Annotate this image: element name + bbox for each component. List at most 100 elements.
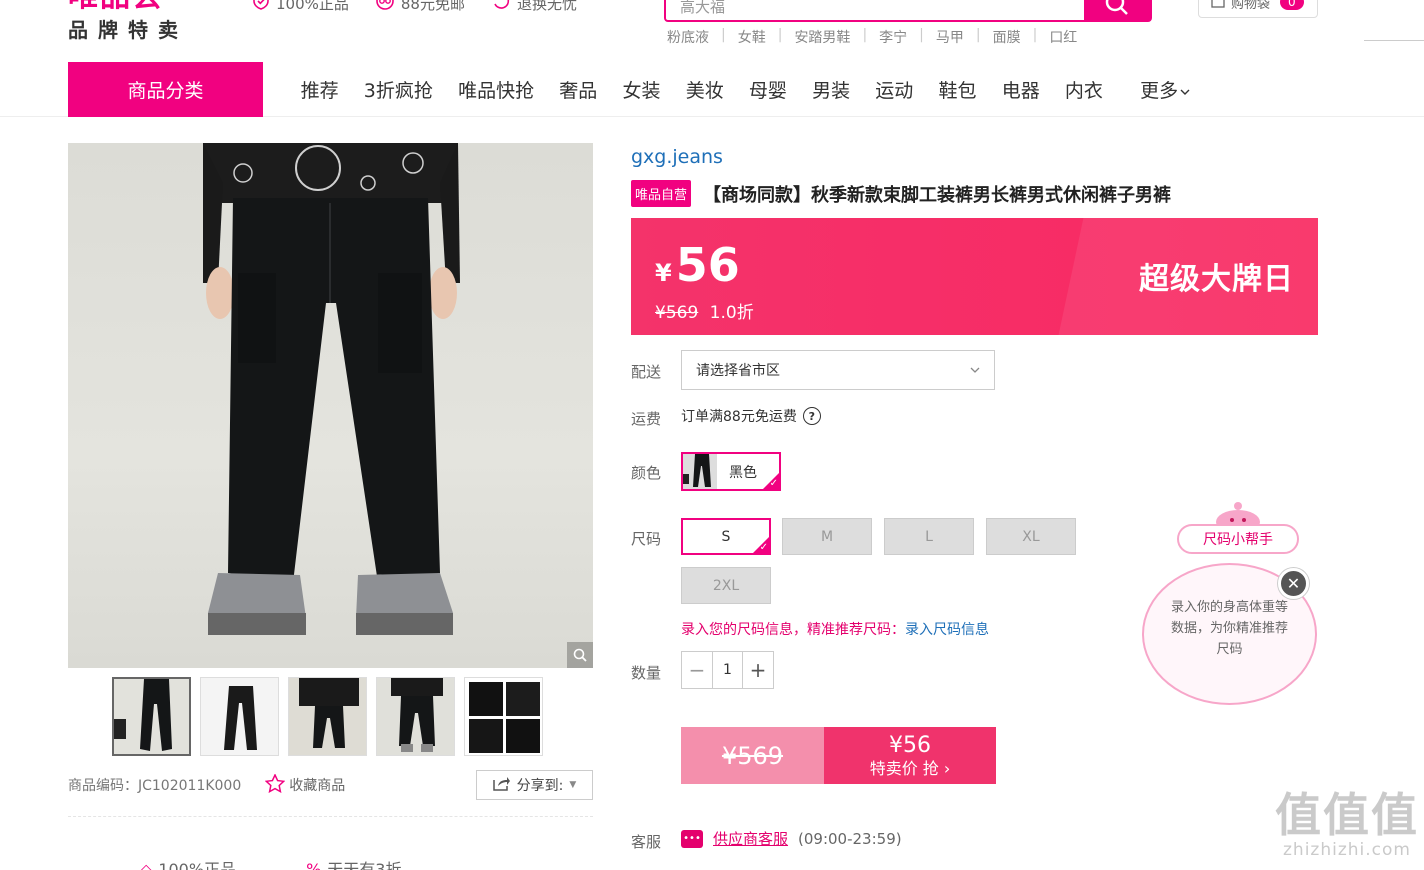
watermark-url: zhizhizhi.com [1283,840,1411,860]
nav-item-women[interactable]: 女装 [610,76,673,103]
hotword-link[interactable]: 面膜 [993,27,1021,47]
buy-now-button[interactable]: ¥56 特卖价 抢 › [824,727,996,784]
product-main-image[interactable] [68,143,593,668]
quantity-stepper: − 1 + [681,651,774,689]
favorite-button[interactable]: 收藏商品 [264,772,345,797]
size-label: 尺码 [631,530,662,548]
size-option-m[interactable]: M [782,518,872,555]
buy-now-price: ¥56 [889,732,931,758]
search-button[interactable] [1084,0,1150,20]
chat-icon: ••• [681,829,703,848]
promise-shipping: 88元免邮 [375,0,465,15]
shipping-text: 订单满88元免运费 [681,409,797,425]
current-price: ¥ 56 [655,238,740,292]
thumbnail[interactable] [112,677,191,756]
cart-count-badge: 0 [1280,0,1304,10]
caret-down-icon: ▼ [569,780,577,790]
decrement-button[interactable]: − [682,652,712,688]
increment-button[interactable]: + [743,652,773,688]
hotword-link[interactable]: 马甲 [936,27,964,47]
star-icon [264,772,286,797]
nav-item-beauty[interactable]: 美妆 [673,76,736,103]
logo[interactable]: 唯品会 品牌特卖 [68,0,228,43]
share-dropdown[interactable]: 分享到: ▼ [476,770,593,800]
size-option-xl[interactable]: XL [986,518,1076,555]
shipping-info: 订单满88元免运费 ? [681,406,821,426]
product-code: 商品编码：JC102011K000 [68,778,242,794]
service-hours: (09:00-23:59) [798,829,902,848]
discount-label: 1.0折 [709,303,754,323]
separator: | [862,27,868,43]
promise-return: 退换无忧 [491,0,577,15]
separator: | [721,27,726,43]
hotword-link[interactable]: 粉底液 [667,27,709,47]
thumbnail[interactable] [464,677,543,756]
main-nav: 商品分类 推荐 3折疯抢 唯品快抢 奢品 女装 美妆 母婴 男装 运动 鞋包 电… [0,62,1424,117]
product-photo-pants [203,143,460,635]
bottom-promise-item: ◇ 100%正品 [140,856,236,870]
divider [68,816,593,817]
quantity-value[interactable]: 1 [712,652,743,688]
check-icon: ✓ [769,478,778,489]
search-icon [1104,0,1130,21]
hotword-link[interactable]: 李宁 [879,27,907,47]
hotword-link[interactable]: 口红 [1049,27,1077,47]
supplier-service-link[interactable]: 供应商客服 [713,828,788,849]
separator: | [975,27,981,43]
shipping-label: 运费 [631,410,662,428]
category-button[interactable]: 商品分类 [68,62,263,117]
nav-item-luxury[interactable]: 奢品 [547,76,610,103]
color-label: 颜色 [631,464,662,482]
bottom-promise-label: 天天有3折 [327,860,402,870]
thumbnail[interactable] [376,677,455,756]
thumbnail[interactable] [288,677,367,756]
cart-label: 购物袋 [1231,0,1271,12]
hotword-link[interactable]: 安踏男鞋 [794,27,850,47]
nav-item-recommend[interactable]: 推荐 [288,76,351,103]
cart-button[interactable]: 购物袋 0 [1198,0,1318,18]
size-option-2xl[interactable]: 2XL [681,567,771,604]
chevron-down-icon [1180,79,1190,101]
color-swatch-image [683,454,717,489]
return-icon [491,0,511,15]
nav-item-electronics[interactable]: 电器 [989,76,1052,103]
title-row: 唯品自营 【商场同款】秋季新款束脚工装裤男长裤男式休闲裤子男裤 [631,180,1171,207]
nav-items: 推荐 3折疯抢 唯品快抢 奢品 女装 美妆 母婴 男装 运动 鞋包 电器 内衣 … [288,62,1203,117]
nav-item-shoes-bags[interactable]: 鞋包 [926,76,989,103]
customer-service: ••• 供应商客服 (09:00-23:59) [681,828,902,849]
color-option-black[interactable]: 黑色 ✓ [681,452,781,491]
thumbnail[interactable] [200,677,279,756]
promise-authentic: 100%正品 [252,0,349,15]
region-select[interactable]: 请选择省市区 [681,350,995,390]
close-icon[interactable]: ✕ [1278,568,1309,599]
header-promises: 100%正品 88元免邮 退换无忧 [252,0,577,15]
nav-item-baby[interactable]: 母婴 [736,76,799,103]
size-info-link[interactable]: 录入尺码信息 [905,622,989,638]
hotword-link[interactable]: 女鞋 [738,27,766,47]
search-input[interactable] [666,0,1084,20]
separator: | [1032,27,1038,43]
bottom-promises: ◇ 100%正品 % 天天有3折 [140,856,401,870]
promise-label: 88元免邮 [400,0,465,13]
nav-item-underwear[interactable]: 内衣 [1052,76,1115,103]
nav-item-more[interactable]: 更多 [1128,76,1203,103]
nav-item-flash[interactable]: 唯品快抢 [445,76,546,103]
product-title: 【商场同款】秋季新款束脚工装裤男长裤男式休闲裤子男裤 [703,184,1172,206]
chevron-down-icon [970,362,980,378]
help-icon[interactable]: ? [802,407,821,425]
nav-item-30-off[interactable]: 3折疯抢 [351,76,445,103]
size-option-s[interactable]: S ✓ [681,518,771,555]
size-helper-button[interactable]: 尺码小帮手 [1177,524,1299,554]
currency-symbol: ¥ [655,259,672,287]
original-price-row: ¥569 1.0折 [655,298,754,323]
zoom-icon[interactable] [567,642,593,668]
size-option-label: S [721,528,731,545]
sale-event-tag: 超级大牌日 [1139,262,1294,297]
divider [1364,40,1424,41]
brand-link[interactable]: gxg.jeans [631,146,723,168]
service-label: 客服 [631,833,662,851]
size-option-l[interactable]: L [884,518,974,555]
nav-item-sports[interactable]: 运动 [863,76,926,103]
shield-icon [252,0,270,15]
nav-item-men[interactable]: 男装 [800,76,863,103]
